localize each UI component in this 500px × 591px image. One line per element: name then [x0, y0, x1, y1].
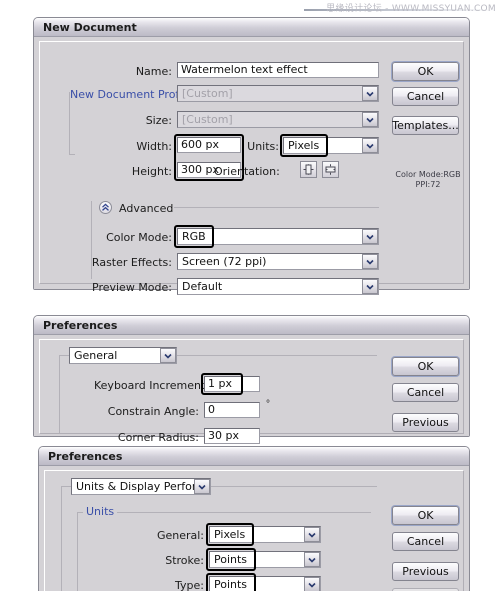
preferences-category-combo[interactable]: Units & Display Performance	[71, 478, 211, 495]
new-document-profile-combo[interactable]: [Custom]	[177, 85, 379, 102]
units-stroke-label: Stroke:	[165, 554, 204, 567]
summary-color-mode: Color Mode:RGB	[395, 170, 461, 179]
preview-mode-combo[interactable]: Default	[177, 278, 379, 295]
profile-group-bottom	[69, 154, 75, 155]
preferences-general-dialog: Preferences General Keyboard Increment: …	[33, 315, 470, 444]
preview-mode-value: Default	[182, 280, 223, 293]
cancel-button[interactable]: Cancel	[392, 532, 459, 551]
units-type-combo[interactable]: Points	[209, 576, 321, 591]
chevron-down-icon[interactable]	[304, 552, 320, 567]
preferences-general-title: Preferences	[43, 318, 118, 332]
chevron-down-icon[interactable]	[362, 138, 378, 153]
cancel-button[interactable]: Cancel	[392, 87, 459, 106]
preview-mode-label: Preview Mode:	[92, 281, 172, 294]
units-group-line	[77, 512, 78, 591]
chevron-down-icon[interactable]	[362, 86, 378, 101]
ok-button[interactable]: OK	[392, 357, 459, 376]
width-label: Width:	[136, 140, 172, 153]
new-document-title: New Document	[43, 20, 137, 34]
summary-ppi: PPI:72	[415, 180, 441, 189]
chevron-down-icon[interactable]	[362, 112, 378, 127]
ok-button[interactable]: OK	[392, 62, 459, 81]
orientation-label: Orientation:	[214, 165, 280, 178]
degree-symbol: °	[266, 399, 270, 410]
width-input[interactable]: 600 px	[177, 137, 241, 153]
preferences-units-title: Preferences	[48, 449, 123, 463]
constrain-angle-label: Constrain Angle:	[107, 405, 199, 418]
size-combo[interactable]: [Custom]	[177, 111, 379, 128]
chevron-down-icon[interactable]	[362, 229, 378, 244]
chevron-down-icon[interactable]	[362, 279, 378, 294]
chevron-down-icon[interactable]	[194, 479, 210, 494]
portrait-orientation-icon[interactable]	[300, 161, 317, 178]
advanced-label: Advanced	[119, 202, 174, 215]
new-document-profile-label: New Document Profile:	[70, 88, 196, 101]
chevron-double-up-icon[interactable]	[99, 201, 112, 214]
units-group-caption: Units	[83, 505, 118, 518]
new-document-body: Name: Watermelon text effect New Documen…	[34, 37, 469, 295]
units-general-label: General:	[156, 529, 204, 542]
keyboard-increment-label: Keyboard Increment:	[94, 379, 209, 392]
corner-radius-input[interactable]: 30 px	[204, 428, 260, 444]
units-outer-top-right	[211, 486, 377, 487]
cancel-button[interactable]: Cancel	[392, 383, 459, 402]
new-document-dialog: New Document Name: Watermelon text effec…	[33, 17, 470, 295]
templates-button[interactable]: Templates...	[392, 116, 459, 135]
chevron-down-icon[interactable]	[362, 254, 378, 269]
units-outer-top-left	[61, 486, 71, 487]
profile-group-line	[69, 92, 70, 154]
preferences-general-body: General Keyboard Increment: 1 px Constra…	[34, 335, 469, 444]
raster-effects-combo[interactable]: Screen (72 ppi)	[177, 253, 379, 270]
preferences-units-titlebar[interactable]: Preferences	[39, 447, 469, 466]
units-type-value: Points	[214, 578, 248, 591]
chevron-down-icon[interactable]	[304, 577, 320, 591]
name-label: Name:	[135, 65, 172, 78]
units-outer-group-line	[61, 486, 62, 591]
screenshot-root: 思缘设计论坛 - WWW.MISSYUAN.COM New Document N…	[0, 0, 500, 591]
general-group-line	[59, 355, 60, 433]
preferences-units-dialog: Preferences Units & Display Performance …	[38, 446, 470, 591]
color-mode-value: RGB	[182, 230, 206, 243]
landscape-orientation-icon[interactable]	[322, 161, 339, 178]
units-stroke-combo[interactable]: Points	[209, 551, 321, 568]
units-general-value: Pixels	[214, 528, 246, 541]
raster-effects-value: Screen (72 ppi)	[182, 255, 267, 268]
watermark-text: 思缘设计论坛 - WWW.MISSYUAN.COM	[326, 4, 496, 14]
preferences-category-value: General	[74, 349, 118, 362]
units-combo[interactable]: Pixels	[283, 137, 379, 154]
corner-radius-label: Corner Radius:	[117, 431, 199, 444]
new-document-titlebar[interactable]: New Document	[34, 18, 469, 37]
name-input[interactable]: Watermelon text effect	[177, 62, 379, 78]
units-group-top-right	[111, 512, 371, 513]
keyboard-increment-input[interactable]: 1 px	[204, 376, 260, 392]
units-value: Pixels	[288, 139, 320, 152]
size-value: [Custom]	[182, 113, 233, 126]
constrain-angle-input[interactable]: 0	[204, 402, 260, 418]
height-label: Height:	[131, 165, 172, 178]
previous-button[interactable]: Previous	[392, 562, 459, 581]
general-group-top-left	[59, 355, 69, 356]
previous-button[interactable]: Previous	[392, 413, 459, 432]
raster-effects-label: Raster Effects:	[91, 256, 172, 269]
units-type-label: Type:	[175, 579, 204, 591]
color-mode-combo[interactable]: RGB	[177, 228, 379, 245]
general-group-top-right	[177, 355, 377, 356]
units-label: Units:	[247, 140, 279, 153]
preferences-category-value: Units & Display Performance	[76, 480, 194, 493]
new-document-profile-value: [Custom]	[182, 87, 233, 100]
color-mode-label: Color Mode:	[106, 231, 172, 244]
chevron-down-icon[interactable]	[304, 527, 320, 542]
chevron-down-icon[interactable]	[160, 348, 176, 363]
units-stroke-value: Points	[214, 553, 248, 566]
ok-button[interactable]: OK	[392, 506, 459, 525]
preferences-general-titlebar[interactable]: Preferences	[34, 316, 469, 335]
units-general-combo[interactable]: Pixels	[209, 526, 321, 543]
advanced-rule	[174, 207, 379, 208]
preferences-units-body: Units & Display Performance Units Genera…	[39, 466, 469, 591]
preferences-category-combo[interactable]: General	[69, 347, 177, 364]
size-label: Size:	[145, 114, 172, 127]
